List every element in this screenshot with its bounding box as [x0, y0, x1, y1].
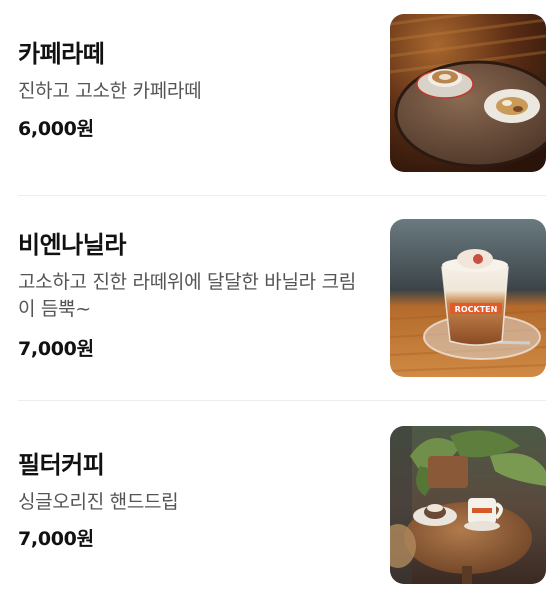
menu-item-price: 7,000원: [18, 338, 94, 360]
menu-item-vienna-vanilla[interactable]: 비엔나닐라 고소하고 진한 라떼위에 달달한 바닐라 크림이 듬뿍~ 7,000…: [18, 219, 546, 377]
latte-photo: [390, 14, 546, 172]
vienna-photo: ROCKTEN: [390, 219, 546, 377]
menu-item-price: 6,000원: [18, 118, 94, 140]
divider: [18, 195, 546, 196]
menu-list: 카페라떼 진하고 고소한 카페라떼 6,000원 비엔나닐라 고소하고 진한 라…: [0, 0, 560, 599]
menu-item-description: 싱글오리진 핸드드립: [18, 491, 179, 513]
menu-item-name: 비엔나닐라: [18, 231, 126, 259]
menu-item-description: 진하고 고소한 카페라떼: [18, 80, 202, 102]
menu-item-cafe-latte[interactable]: 카페라떼 진하고 고소한 카페라떼 6,000원: [18, 14, 546, 172]
menu-item-name: 필터커피: [18, 451, 105, 479]
menu-item-name: 카페라떼: [18, 40, 105, 68]
divider: [18, 400, 546, 401]
filter-coffee-photo: [390, 426, 546, 584]
menu-item-price: 7,000원: [18, 528, 94, 550]
mug-label-text: ROCKTEN: [455, 305, 498, 314]
menu-item-filter-coffee[interactable]: 필터커피 싱글오리진 핸드드립 7,000원: [18, 426, 546, 584]
menu-item-description: 고소하고 진한 라떼위에 달달한 바닐라 크림이 듬뿍~: [18, 271, 356, 320]
